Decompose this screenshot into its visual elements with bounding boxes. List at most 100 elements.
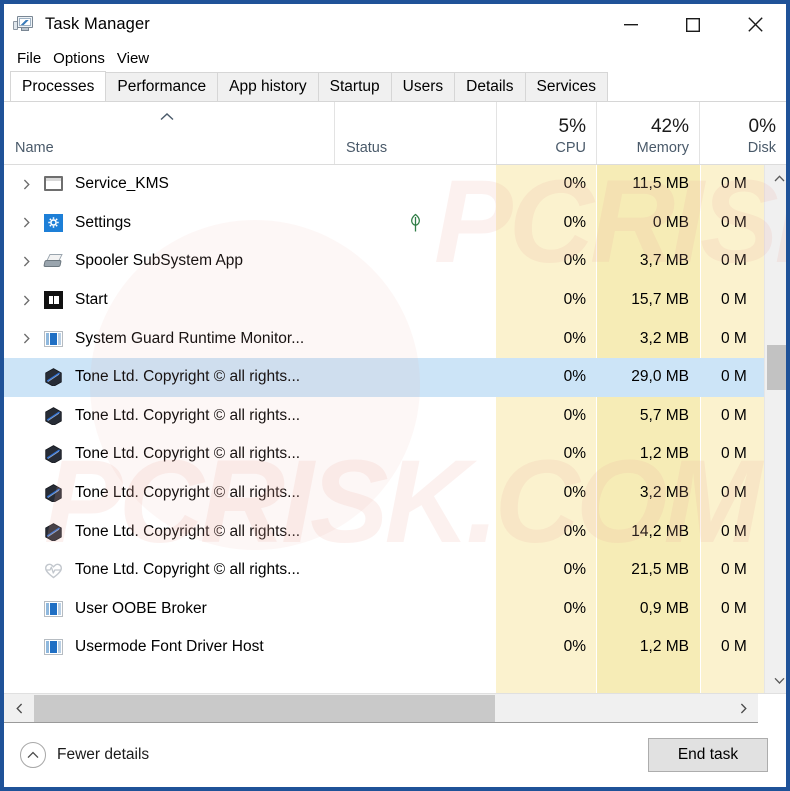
end-task-button[interactable]: End task [648,738,768,772]
disk-cell: 0 M [721,252,747,270]
memory-cell: 1,2 MB [639,638,689,656]
scroll-up-button[interactable] [765,165,786,191]
title-bar: Task Manager [4,4,786,45]
disk-cell: 0 M [721,213,747,231]
table-row[interactable]: Spooler SubSystem App 0% 3,7 MB 0 M [4,242,764,281]
horizontal-scroll-track[interactable] [34,694,728,722]
chevron-right-icon[interactable] [15,179,37,190]
hexagon-icon [43,407,65,425]
table-row[interactable]: Tone Ltd. Copyright © all rights... 0% 21,… [4,551,764,590]
cpu-cell: 0% [563,368,586,386]
scroll-left-button[interactable] [4,695,34,722]
printer-icon [43,252,65,270]
vertical-scrollbar[interactable] [764,165,786,693]
bluewin-icon [43,600,65,618]
tab-startup[interactable]: Startup [317,72,392,101]
scroll-right-button[interactable] [728,695,758,722]
tab-details[interactable]: Details [454,72,526,101]
process-name-cell: Start [4,291,496,310]
task-manager-window: Task Manager File Options View Processes… [0,0,790,791]
leaf-icon [408,213,423,233]
vertical-scrollbar-thumb[interactable] [767,345,786,390]
footer-bar: Fewer details End task [4,722,786,787]
cpu-cell: 0% [563,329,586,347]
table-row[interactable]: Settings 0% 0 MB 0 M [4,204,764,243]
memory-cell: 11,5 MB [632,175,689,193]
table-row[interactable]: Start 0% 15,7 MB 0 M [4,281,764,320]
maximize-button[interactable] [662,4,724,45]
table-row[interactable]: Tone Ltd. Copyright © all rights... 0% 14,… [4,512,764,551]
table-row[interactable]: Tone Ltd. Copyright © all rights... 0% 5,7… [4,397,764,436]
disk-cell: 0 M [721,599,747,617]
scroll-down-button[interactable] [765,667,786,693]
disk-cell: 0 M [721,329,747,347]
cpu-cell: 0% [563,406,586,424]
chevron-right-icon[interactable] [15,217,37,228]
disk-cell: 0 M [721,522,747,540]
column-header-name[interactable]: Name [4,102,334,164]
table-row[interactable]: Tone Ltd. Copyright © all rights... 0% 3,2… [4,474,764,513]
chevron-right-icon[interactable] [15,295,37,306]
menu-item-view[interactable]: View [113,48,157,70]
disk-cell: 0 M [721,484,747,502]
table-row[interactable]: System Guard Runtime Monitor... 0% 3,2 MB 0… [4,319,764,358]
column-header-status[interactable]: Status [334,102,496,164]
menu-item-options[interactable]: Options [49,48,113,70]
process-name-label: System Guard Runtime Monitor... [75,329,305,347]
hexagon-icon [43,522,65,541]
process-name-cell: User OOBE Broker [4,600,496,618]
start-icon [43,291,65,310]
table-row[interactable]: User OOBE Broker 0% 0,9 MB 0 M [4,590,764,629]
tab-app-history[interactable]: App history [217,72,319,101]
cpu-cell: 0% [563,561,586,579]
cpu-cell: 0% [563,522,586,540]
table-row[interactable]: Usermode Font Driver Host 0% 1,2 MB 0 M [4,628,764,667]
horizontal-scrollbar[interactable] [4,693,786,723]
tab-performance[interactable]: Performance [105,72,219,101]
title-bar-left: Task Manager [4,15,150,35]
disk-cell: 0 M [721,175,747,193]
memory-cell: 29,0 MB [631,368,689,386]
task-manager-icon [13,15,35,35]
tab-processes[interactable]: Processes [10,71,107,101]
menu-bar: File Options View [4,45,786,72]
status-cell [334,213,496,233]
close-button[interactable] [724,4,786,45]
process-name-cell: Tone Ltd. Copyright © all rights... [4,523,496,541]
hexagon-icon [43,368,65,387]
table-row[interactable]: Tone Ltd. Copyright © all rights... 0% 1,2… [4,435,764,474]
fewer-details-button[interactable]: Fewer details [20,742,149,768]
disk-total-percent: 0% [748,116,776,138]
memory-cell: 3,7 MB [639,252,689,270]
chevron-right-icon[interactable] [15,333,37,344]
tab-services[interactable]: Services [524,72,608,101]
horizontal-scrollbar-thumb[interactable] [34,694,495,722]
column-label-cpu: CPU [555,140,586,157]
process-name-cell: Tone Ltd. Copyright © all rights... [4,368,496,387]
menu-item-file[interactable]: File [13,48,49,70]
disk-cell: 0 M [721,291,747,309]
chevron-right-icon[interactable] [15,256,37,267]
memory-cell: 0,9 MB [639,599,689,617]
chevron-up-icon [20,742,46,768]
table-row[interactable]: Service_KMS 0% 11,5 MB 0 M [4,165,764,204]
column-label-name: Name [15,140,54,157]
bluewin-icon [43,330,65,348]
table-row[interactable]: Tone Ltd. Copyright © all rights... 0% 29,… [4,357,764,397]
column-header-memory[interactable]: 42% Memory [596,102,699,164]
process-name-label: Settings [75,213,132,231]
column-header-cpu[interactable]: 5% CPU [496,102,596,164]
gear-icon [43,213,65,232]
tab-users[interactable]: Users [390,72,456,101]
process-name-label: Tone Ltd. Copyright © all rights... [75,445,301,463]
process-name-cell: Usermode Font Driver Host [4,638,496,656]
disk-cell: 0 M [721,406,747,424]
memory-cell: 3,2 MB [639,329,689,347]
process-name-cell: Tone Ltd. Copyright © all rights... [4,484,496,503]
process-name-label: Tone Ltd. Copyright © all rights... [75,368,301,386]
memory-cell: 14,2 MB [631,522,689,540]
minimize-button[interactable] [600,4,662,45]
column-header-disk[interactable]: 0% Disk [699,102,786,164]
process-name-cell: Tone Ltd. Copyright © all rights... [4,407,496,425]
cpu-cell: 0% [563,291,586,309]
